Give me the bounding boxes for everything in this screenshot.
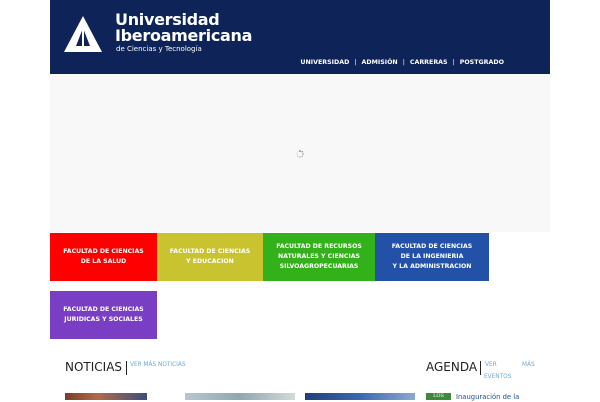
- agenda-section-title: AGENDA: [426, 360, 478, 374]
- nav-separator: |: [354, 59, 357, 66]
- brand-name-line2[interactable]: Iberoamericana: [115, 27, 252, 45]
- site-header: Universidad Iberoamericana de Ciencias y…: [50, 0, 550, 74]
- faculty-tile-recursos-naturales[interactable]: FACULTAD DE RECURSOS NATURALES Y CIENCIA…: [263, 233, 375, 281]
- event-title-link[interactable]: Inauguración de la: [456, 393, 519, 402]
- top-navigation: UNIVERSIDAD | ADMISIÓN | CARRERAS | POST…: [300, 59, 504, 66]
- triangle-logo-icon[interactable]: [64, 16, 102, 52]
- more-events-link-part2[interactable]: MÁS: [522, 362, 535, 368]
- more-events-link-part1[interactable]: VER: [485, 362, 497, 368]
- nav-separator: |: [402, 59, 405, 66]
- news-thumbnail[interactable]: [185, 393, 295, 400]
- event-thumbnail[interactable]: LOS: [426, 393, 451, 400]
- nav-carreras[interactable]: CARRERAS: [410, 59, 448, 66]
- banner-slider[interactable]: [50, 74, 550, 232]
- faculty-tile-educacion[interactable]: FACULTAD DE CIENCIAS Y EDUCACION: [157, 233, 263, 281]
- news-thumbnail[interactable]: [65, 393, 147, 400]
- faculty-tile-ingenieria[interactable]: FACULTAD DE CIENCIAS DE LA INGENIERIA Y …: [375, 233, 489, 281]
- news-title-divider: [126, 361, 127, 375]
- nav-universidad[interactable]: UNIVERSIDAD: [300, 59, 349, 66]
- nav-separator: |: [452, 59, 455, 66]
- agenda-title-divider: [480, 361, 481, 375]
- brand-tagline: de Ciencias y Tecnología: [116, 45, 202, 53]
- more-events-link-part3[interactable]: EVENTOS: [484, 374, 511, 380]
- faculty-tile-salud[interactable]: FACULTAD DE CIENCIAS DE LA SALUD: [50, 233, 157, 281]
- nav-admision[interactable]: ADMISIÓN: [361, 59, 397, 66]
- nav-postgrado[interactable]: POSTGRADO: [460, 59, 504, 66]
- more-news-link[interactable]: VER MÁS NOTICIAS: [130, 362, 186, 368]
- page: Universidad Iberoamericana de Ciencias y…: [50, 0, 550, 402]
- news-section-title: NOTICIAS: [65, 360, 123, 374]
- faculty-tile-juridicas[interactable]: FACULTAD DE CIENCIAS JURIDICAS Y SOCIALE…: [50, 291, 157, 339]
- news-thumbnail[interactable]: [305, 393, 415, 400]
- loading-spinner-icon: [296, 150, 304, 158]
